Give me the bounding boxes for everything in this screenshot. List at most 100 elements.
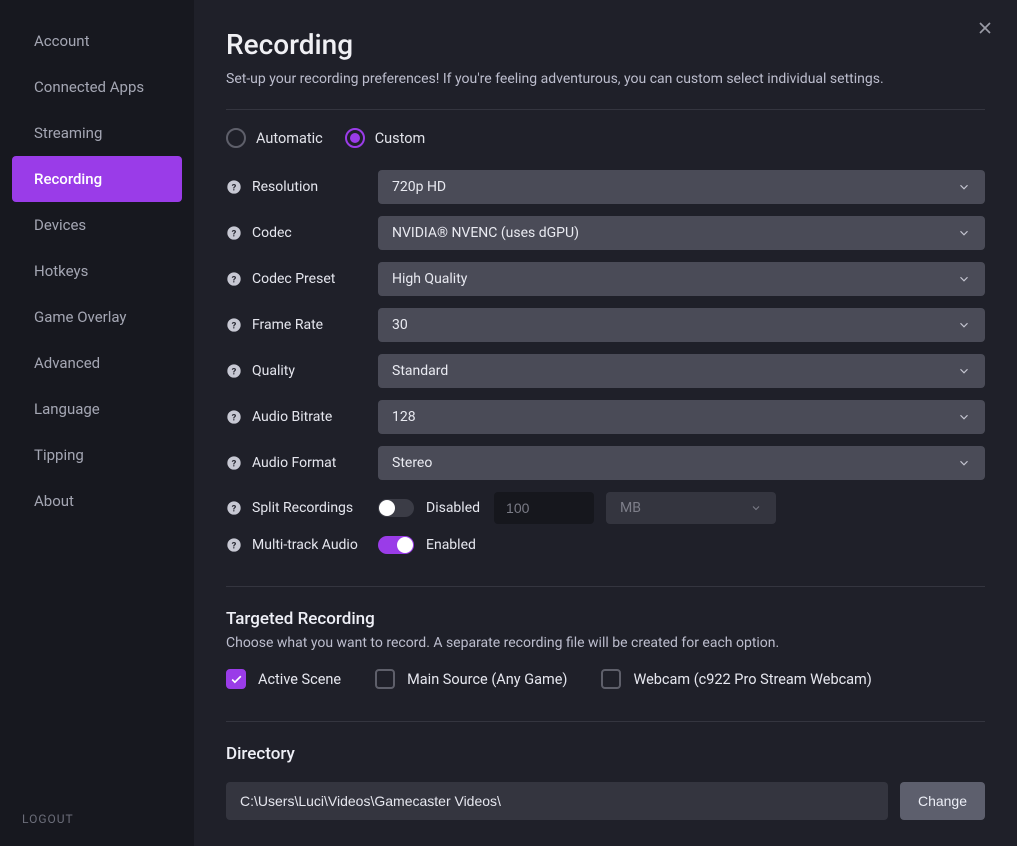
svg-text:?: ?	[232, 228, 237, 239]
quality-select[interactable]: Standard	[378, 354, 985, 388]
quality-value: Standard	[392, 363, 448, 379]
quality-label: Quality	[252, 363, 295, 379]
help-icon[interactable]: ?	[226, 537, 242, 553]
help-icon[interactable]: ?	[226, 455, 242, 471]
split-unit-select[interactable]: MB	[606, 492, 776, 524]
chevron-down-icon	[957, 226, 971, 240]
resolution-label: Resolution	[252, 179, 318, 195]
frame-rate-label: Frame Rate	[252, 317, 323, 333]
radio-icon	[345, 128, 365, 148]
codec-preset-label: Codec Preset	[252, 271, 335, 287]
multitrack-state: Enabled	[426, 537, 476, 553]
directory-title: Directory	[226, 744, 985, 764]
help-icon[interactable]: ?	[226, 179, 242, 195]
divider	[226, 721, 985, 722]
row-audio-bitrate: ? Audio Bitrate 128	[226, 400, 985, 434]
sidebar-item-about[interactable]: About	[12, 478, 182, 524]
check-webcam-label: Webcam (c922 Pro Stream Webcam)	[633, 671, 871, 688]
targeted-sub: Choose what you want to record. A separa…	[226, 635, 985, 651]
directory-input[interactable]	[226, 782, 888, 820]
chevron-down-icon	[957, 272, 971, 286]
row-resolution: ? Resolution 720p HD	[226, 170, 985, 204]
codec-value: NVIDIA® NVENC (uses dGPU)	[392, 225, 579, 241]
page-subtitle: Set-up your recording preferences! If yo…	[226, 71, 985, 87]
row-multitrack: ? Multi-track Audio Enabled	[226, 536, 985, 554]
svg-text:?: ?	[232, 274, 237, 285]
help-icon[interactable]: ?	[226, 225, 242, 241]
codec-preset-select[interactable]: High Quality	[378, 262, 985, 296]
audio-bitrate-select[interactable]: 128	[378, 400, 985, 434]
sidebar-item-account[interactable]: Account	[12, 18, 182, 64]
svg-text:?: ?	[232, 540, 237, 551]
help-icon[interactable]: ?	[226, 363, 242, 379]
split-toggle[interactable]	[378, 499, 414, 517]
audio-format-label: Audio Format	[252, 455, 336, 471]
split-unit-value: MB	[620, 500, 641, 516]
mode-row: Automatic Custom	[226, 128, 985, 148]
chevron-down-icon	[957, 456, 971, 470]
split-label: Split Recordings	[252, 500, 353, 516]
row-codec-preset: ? Codec Preset High Quality	[226, 262, 985, 296]
row-codec: ? Codec NVIDIA® NVENC (uses dGPU)	[226, 216, 985, 250]
sidebar-item-streaming[interactable]: Streaming	[12, 110, 182, 156]
help-icon[interactable]: ?	[226, 317, 242, 333]
multitrack-toggle[interactable]	[378, 536, 414, 554]
codec-label: Codec	[252, 225, 292, 241]
audio-bitrate-label: Audio Bitrate	[252, 409, 332, 425]
chevron-down-icon	[957, 410, 971, 424]
mode-automatic-label: Automatic	[256, 130, 323, 147]
check-webcam[interactable]: Webcam (c922 Pro Stream Webcam)	[601, 669, 871, 689]
svg-text:?: ?	[232, 320, 237, 331]
help-icon[interactable]: ?	[226, 409, 242, 425]
help-icon[interactable]: ?	[226, 500, 242, 516]
checkbox-icon	[226, 669, 246, 689]
row-audio-format: ? Audio Format Stereo	[226, 446, 985, 480]
mode-custom-label: Custom	[375, 130, 426, 147]
audio-bitrate-value: 128	[392, 409, 416, 425]
frame-rate-value: 30	[392, 317, 408, 333]
audio-format-value: Stereo	[392, 455, 432, 471]
targeted-title: Targeted Recording	[226, 609, 985, 629]
check-active-scene[interactable]: Active Scene	[226, 669, 341, 689]
sidebar-item-tipping[interactable]: Tipping	[12, 432, 182, 478]
check-main-source[interactable]: Main Source (Any Game)	[375, 669, 567, 689]
svg-text:?: ?	[232, 503, 237, 514]
chevron-down-icon	[957, 318, 971, 332]
sidebar-item-hotkeys[interactable]: Hotkeys	[12, 248, 182, 294]
codec-select[interactable]: NVIDIA® NVENC (uses dGPU)	[378, 216, 985, 250]
audio-format-select[interactable]: Stereo	[378, 446, 985, 480]
section-targeted: Targeted Recording Choose what you want …	[226, 586, 985, 689]
sidebar-item-language[interactable]: Language	[12, 386, 182, 432]
checkbox-icon	[601, 669, 621, 689]
row-split-recordings: ? Split Recordings Disabled MB	[226, 492, 985, 524]
radio-icon	[226, 128, 246, 148]
checkbox-icon	[375, 669, 395, 689]
sidebar-items: Account Connected Apps Streaming Recordi…	[0, 18, 194, 794]
split-state: Disabled	[426, 500, 480, 516]
divider	[226, 586, 985, 587]
svg-text:?: ?	[232, 412, 237, 423]
sidebar-item-game-overlay[interactable]: Game Overlay	[12, 294, 182, 340]
close-icon[interactable]	[975, 18, 995, 38]
sidebar-item-recording[interactable]: Recording	[12, 156, 182, 202]
page-title: Recording	[226, 28, 985, 61]
mode-automatic[interactable]: Automatic	[226, 128, 323, 148]
help-icon[interactable]: ?	[226, 271, 242, 287]
change-button[interactable]: Change	[900, 782, 985, 820]
svg-text:?: ?	[232, 366, 237, 377]
sidebar-item-connected-apps[interactable]: Connected Apps	[12, 64, 182, 110]
resolution-select[interactable]: 720p HD	[378, 170, 985, 204]
sidebar: Account Connected Apps Streaming Recordi…	[0, 0, 194, 846]
sidebar-item-devices[interactable]: Devices	[12, 202, 182, 248]
mode-custom[interactable]: Custom	[345, 128, 426, 148]
svg-text:?: ?	[232, 458, 237, 469]
check-main-source-label: Main Source (Any Game)	[407, 671, 567, 688]
frame-rate-select[interactable]: 30	[378, 308, 985, 342]
codec-preset-value: High Quality	[392, 271, 467, 287]
row-frame-rate: ? Frame Rate 30	[226, 308, 985, 342]
logout-button[interactable]: LOGOUT	[0, 794, 194, 846]
section-directory: Directory Change	[226, 721, 985, 820]
chevron-down-icon	[957, 364, 971, 378]
sidebar-item-advanced[interactable]: Advanced	[12, 340, 182, 386]
split-size-input[interactable]	[494, 492, 594, 524]
